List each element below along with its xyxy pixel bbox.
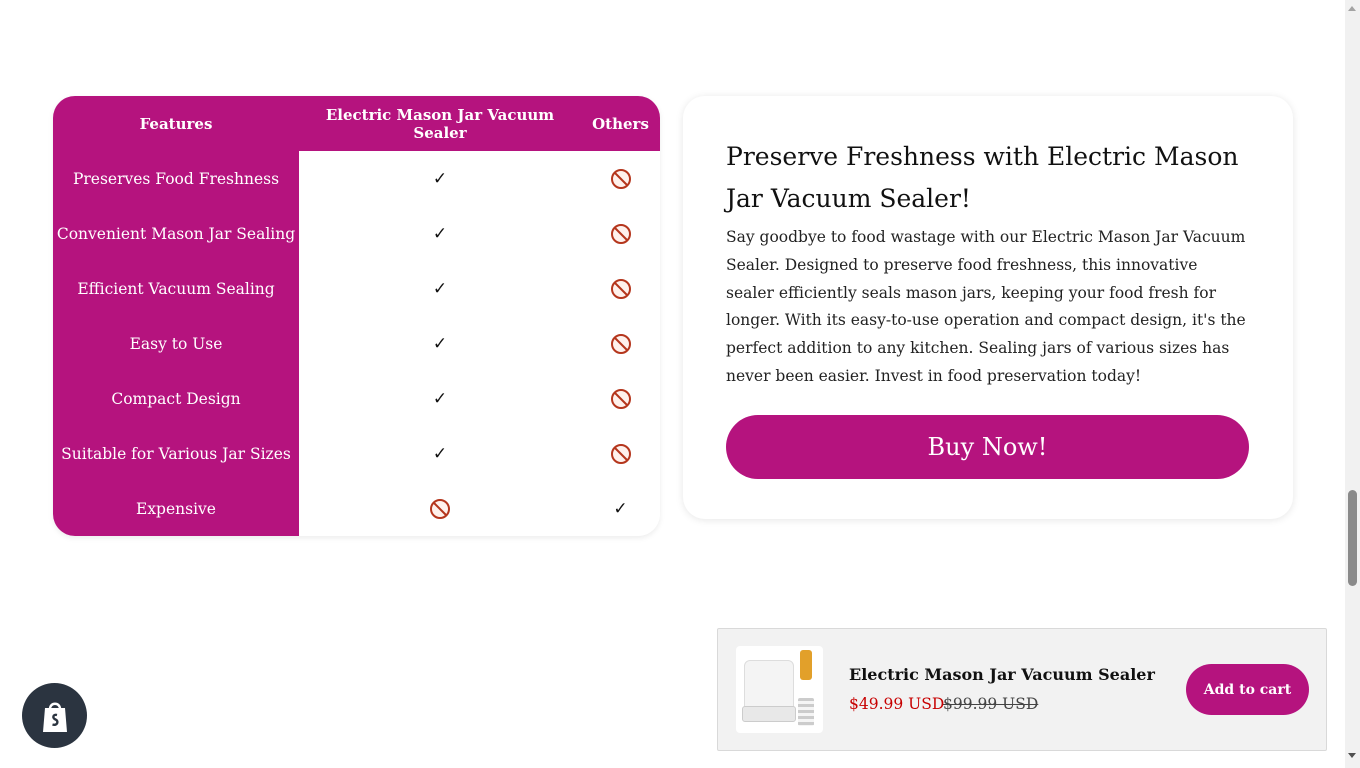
- vertical-scrollbar[interactable]: [1345, 0, 1360, 768]
- table-row: Compact Design ✓: [53, 371, 660, 426]
- thumbnail-sealer-base: [742, 706, 796, 722]
- sale-price: $49.99 USD: [849, 695, 945, 713]
- cell-product: ✓: [299, 261, 581, 316]
- table-header-row: Features Electric Mason Jar Vacuum Seale…: [53, 96, 660, 151]
- table-row: Preserves Food Freshness ✓: [53, 151, 660, 206]
- shopify-bag-svg: [42, 702, 67, 732]
- prohibited-icon: [610, 224, 631, 244]
- add-to-cart-button[interactable]: Add to cart: [1186, 664, 1309, 715]
- header-features: Features: [53, 96, 299, 151]
- cell-product: ✓: [299, 206, 581, 261]
- table-row: Easy to Use ✓: [53, 316, 660, 371]
- feature-label: Preserves Food Freshness: [53, 151, 299, 206]
- prohibited-icon: [610, 334, 631, 354]
- check-icon: ✓: [432, 444, 448, 464]
- table-row: Expensive ✓: [53, 481, 660, 536]
- cell-product: ✓: [299, 151, 581, 206]
- prohibited-icon: [610, 169, 631, 189]
- feature-label: Compact Design: [53, 371, 299, 426]
- cell-product: ✓: [299, 371, 581, 426]
- feature-label: Efficient Vacuum Sealing: [53, 261, 299, 316]
- check-icon: ✓: [432, 334, 448, 354]
- check-icon: ✓: [613, 499, 628, 519]
- table-row: Convenient Mason Jar Sealing ✓: [53, 206, 660, 261]
- check-icon: ✓: [432, 224, 448, 244]
- prohibited-icon: [610, 389, 631, 409]
- cell-product: ✓: [299, 316, 581, 371]
- scroll-up-icon[interactable]: [1348, 6, 1356, 11]
- cell-others: [581, 316, 660, 371]
- header-others: Others: [581, 96, 660, 151]
- sticky-product-title: Electric Mason Jar Vacuum Sealer: [849, 665, 1155, 684]
- prohibited-icon: [430, 499, 450, 519]
- comparison-grid: Features Electric Mason Jar Vacuum Seale…: [53, 96, 660, 536]
- comparison-table: Features Electric Mason Jar Vacuum Seale…: [53, 96, 660, 536]
- sticky-add-to-cart-bar: Electric Mason Jar Vacuum Sealer $49.99 …: [717, 628, 1327, 751]
- cell-others: ✓: [581, 481, 660, 536]
- thumbnail-bottle: [800, 650, 812, 680]
- feature-label: Expensive: [53, 481, 299, 536]
- feature-label: Easy to Use: [53, 316, 299, 371]
- promo-title: Preserve Freshness with Electric Mason J…: [726, 142, 1239, 213]
- cell-others: [581, 261, 660, 316]
- feature-label: Suitable for Various Jar Sizes: [53, 426, 299, 481]
- prohibited-icon: [610, 444, 631, 464]
- table-row: Suitable for Various Jar Sizes ✓: [53, 426, 660, 481]
- header-product: Electric Mason Jar Vacuum Sealer: [299, 96, 581, 151]
- cell-product: ✓: [299, 426, 581, 481]
- check-icon: ✓: [432, 279, 448, 299]
- cell-product: [299, 481, 581, 536]
- thumbnail-lids: [798, 698, 814, 726]
- buy-now-button[interactable]: Buy Now!: [726, 414, 1249, 479]
- check-icon: ✓: [432, 169, 448, 189]
- shopify-bag-icon[interactable]: [22, 683, 87, 748]
- check-icon: ✓: [432, 389, 448, 409]
- cell-others: [581, 371, 660, 426]
- cell-others: [581, 206, 660, 261]
- promo-description: Say goodbye to food wastage with our Ele…: [726, 228, 1246, 385]
- cell-others: [581, 426, 660, 481]
- scroll-down-icon[interactable]: [1348, 753, 1356, 758]
- compare-at-price: $99.99 USD: [943, 695, 1039, 713]
- promo-card: Preserve Freshness with Electric Mason J…: [683, 96, 1293, 519]
- cell-others: [581, 151, 660, 206]
- product-thumbnail: [736, 646, 823, 733]
- feature-label: Convenient Mason Jar Sealing: [53, 206, 299, 261]
- prohibited-icon: [610, 279, 631, 299]
- table-row: Efficient Vacuum Sealing ✓: [53, 261, 660, 316]
- scrollbar-thumb[interactable]: [1348, 490, 1357, 586]
